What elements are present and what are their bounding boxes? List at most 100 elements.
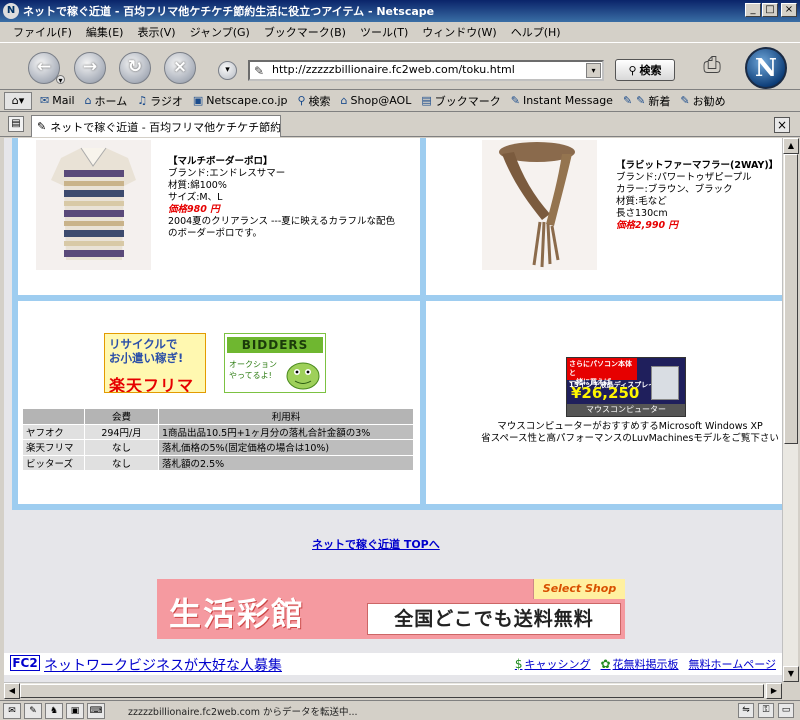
page-content: 【マルチボーダーポロ】 ブランド:エンドレスサマー 材質:綿100% サイズ:M… xyxy=(4,138,782,682)
url-history-dropdown-icon[interactable]: ▾ xyxy=(586,63,601,78)
toolbar-home-label: ホーム xyxy=(94,94,128,108)
mail-status-icon[interactable]: ✉ xyxy=(3,702,21,719)
stop-button[interactable]: × xyxy=(164,52,196,84)
menu-edit[interactable]: 編集(E) xyxy=(79,24,131,40)
toolbar-search[interactable]: ⚲ 検索 xyxy=(297,93,330,109)
fee-header-dues: 会費 xyxy=(84,408,159,425)
fc2-logo[interactable]: FC2 xyxy=(10,655,40,671)
top-page-link[interactable]: ネットで稼ぐ近道 TOPへ xyxy=(312,536,440,552)
polo-shirt-image[interactable] xyxy=(36,140,151,270)
fee-header-fee: 利用料 xyxy=(158,408,414,425)
fee-table: 会費 利用料 ヤフオク 294円/月 1商品出品10.5円+1ヶ月分の落札合計金… xyxy=(22,408,414,471)
title-bar: N ネットで稼ぐ近道 - 百均フリマ他ケチケチ節約生活に役立つアイテム - Ne… xyxy=(0,0,800,22)
my-netscape-icon: ▣ xyxy=(192,94,204,107)
url-bar[interactable]: ✎ ▾ xyxy=(248,60,604,81)
tab-label: ネットで稼ぐ近道 - 百均フリマ他ケチケチ節約... xyxy=(50,120,281,134)
menu-file[interactable]: ファイル(F) xyxy=(6,24,79,40)
fee-header-blank xyxy=(22,408,85,425)
network-business-link[interactable]: ネットワークビジネスが大好な人募集 xyxy=(44,655,282,675)
toolbar-recommend[interactable]: ✎ お勧め xyxy=(680,93,725,109)
browser-window: N ネットで稼ぐ近道 - 百均フリマ他ケチケチ節約生活に役立つアイテム - Ne… xyxy=(0,0,800,720)
address-book-icon[interactable]: ▣ xyxy=(66,702,84,719)
toolbar-radio[interactable]: ♫ ラジオ xyxy=(137,93,183,109)
menu-bookmarks[interactable]: ブックマーク(B) xyxy=(257,24,353,40)
product-cell-polo: 【マルチボーダーポロ】 ブランド:エンドレスサマー 材質:綿100% サイズ:M… xyxy=(18,138,420,295)
scroll-right-icon[interactable]: ▶ xyxy=(766,683,782,699)
bidders-banner[interactable]: BIDDERS オークション やってるよ! xyxy=(224,333,326,393)
personal-toolbar-home-icon[interactable]: ⌂▾ xyxy=(4,91,32,110)
minimize-button[interactable]: _ xyxy=(745,3,761,17)
scroll-up-icon[interactable]: ▲ xyxy=(783,138,799,154)
radio-icon: ♫ xyxy=(137,94,148,107)
fur-muffler-image[interactable] xyxy=(482,140,597,270)
seikatsu-saikan-banner[interactable]: 生活彩館 Select Shop 全国どこでも送料無料 xyxy=(157,579,625,639)
recommend-icon: ✎ xyxy=(680,94,690,107)
fee-usage: 1商品出品10.5円+1ヶ月分の落札合計金額の3% xyxy=(158,423,414,440)
scroll-left-icon[interactable]: ◀ xyxy=(4,683,20,699)
toolbar-netscape-label: Netscape.co.jp xyxy=(206,94,288,107)
menu-help[interactable]: ヘルプ(H) xyxy=(504,24,568,40)
print-icon[interactable]: ⎙ xyxy=(695,53,729,83)
sidebar-toggle-icon[interactable]: ▤ xyxy=(8,116,24,132)
back-history-caret-icon[interactable]: ▾ xyxy=(56,75,65,85)
vertical-scroll-thumb[interactable] xyxy=(784,154,798,444)
fee-dues: なし xyxy=(84,439,159,456)
editor-icon[interactable]: ⌨ xyxy=(87,702,105,719)
horizontal-scroll-thumb[interactable] xyxy=(20,684,764,698)
forward-arrow-icon: → xyxy=(82,57,98,77)
vertical-scrollbar[interactable]: ▲ ▼ xyxy=(782,138,799,682)
page-icon: ✎ xyxy=(37,120,47,133)
mouse-desc-line1: マウスコンピューターがおすすめするMicrosoft Windows XP xyxy=(497,421,763,432)
toolbar-instant-message[interactable]: ✎ Instant Message xyxy=(511,94,613,107)
cashing-link[interactable]: $ キャッシング xyxy=(515,656,591,672)
rakuten-furima-banner[interactable]: リサイクルで お小遣い稼ぎ! 楽天フリマ xyxy=(104,333,206,393)
toolbar-home[interactable]: ⌂ ホーム xyxy=(85,93,128,109)
chevron-down-icon: ▾ xyxy=(225,65,230,75)
horizontal-scrollbar[interactable]: ◀ ▶ xyxy=(4,682,782,699)
toolbar-mail[interactable]: ✉ Mail xyxy=(40,94,75,107)
composer-icon[interactable]: ✎ xyxy=(24,702,42,719)
search-button[interactable]: ⚲ 検索 xyxy=(615,59,675,81)
toolbar-new[interactable]: ✎ 新着 xyxy=(636,93,670,109)
toolbar-netscape[interactable]: ▣ Netscape.co.jp xyxy=(193,94,288,107)
menu-tools[interactable]: ツール(T) xyxy=(353,24,415,40)
netscape-logo[interactable]: N xyxy=(745,47,787,89)
toolbar-im-label: Instant Message xyxy=(522,94,613,107)
scarf-price: 価格2,990 円 xyxy=(616,220,678,231)
free-homepage-link[interactable]: 無料ホームページ xyxy=(689,656,776,672)
maximize-button[interactable]: □ xyxy=(762,3,778,17)
menu-window[interactable]: ウィンドウ(W) xyxy=(415,24,503,40)
mouse-desc-line2: 省スペース性と高パフォーマンスのLuvMachinesモデルをご覧下さい xyxy=(481,433,779,444)
page-icon: ✎ xyxy=(254,64,265,78)
netscape-icon: N xyxy=(3,3,19,19)
fee-table-header: 会費 利用料 xyxy=(22,408,414,425)
aim-icon[interactable]: ♞ xyxy=(45,702,63,719)
shop-icon: ⌂ xyxy=(340,94,348,107)
tab-current[interactable]: ✎ ネットで稼ぐ近道 - 百均フリマ他ケチケチ節約... xyxy=(31,115,281,137)
stop-icon: × xyxy=(172,57,188,77)
mouse-banner-top: さらにパソコン本体と 一緒に買えば xyxy=(567,358,637,386)
toolbar-shop[interactable]: ⌂ Shop@AOL xyxy=(341,94,412,107)
location-dropdown-button[interactable]: ▾ xyxy=(218,61,237,80)
mouse-computer-banner[interactable]: さらにパソコン本体と 一緒に買えば 15インチ液晶ディスプレイが ¥26,250… xyxy=(566,357,686,417)
toolbar-link[interactable]: ✎ xyxy=(623,94,632,107)
url-input[interactable] xyxy=(272,63,572,76)
scroll-down-icon[interactable]: ▼ xyxy=(783,666,799,682)
polo-size: サイズ:M、L xyxy=(168,192,223,203)
toolbar-bookmarks[interactable]: ▤ ブックマーク xyxy=(421,93,500,109)
flower-bbs-link[interactable]: ✿ 花無料掲示板 xyxy=(600,656,678,672)
recycle-line2: お小遣い稼ぎ! xyxy=(109,351,184,365)
fee-dues: 294円/月 xyxy=(84,423,159,440)
close-tab-icon[interactable]: × xyxy=(774,117,790,133)
menu-go[interactable]: ジャンプ(G) xyxy=(183,24,257,40)
network-icon: ⇋ xyxy=(738,703,754,718)
close-button[interactable]: × xyxy=(781,3,797,17)
reload-button[interactable]: ↻ xyxy=(119,52,151,84)
menu-view[interactable]: 表示(V) xyxy=(130,24,182,40)
personal-toolbar: ⌂▾ ✉ Mail ⌂ ホーム ♫ ラジオ ▣ Netscape.co.jp ⚲ 検索 ⌂… xyxy=(0,90,800,112)
mouse-description: マウスコンピューターがおすすめするMicrosoft Windows XP 省ス… xyxy=(470,421,782,445)
polo-price: 価格980 円 xyxy=(168,204,220,215)
status-bar: ✉ ✎ ♞ ▣ ⌨ zzzzzbillionaire.fc2web.com から… xyxy=(0,700,800,720)
scarf-title: 【ラビットファーマフラー(2WAY)】 xyxy=(616,160,779,171)
forward-button[interactable]: → xyxy=(74,52,106,84)
